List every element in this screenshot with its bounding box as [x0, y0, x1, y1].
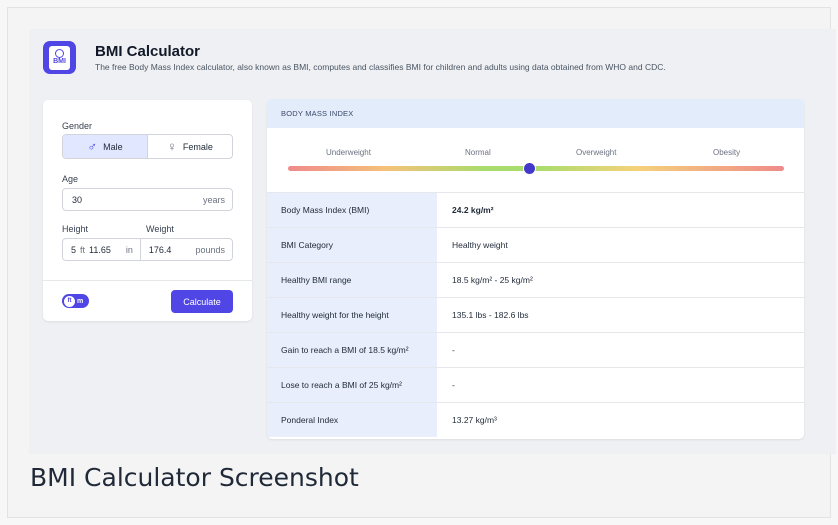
table-row: Healthy weight for the height 135.1 lbs … — [267, 297, 804, 332]
row-value: 135.1 lbs - 182.6 lbs — [452, 310, 529, 320]
scale-dial-icon — [55, 49, 64, 58]
scale-label-normal: Normal — [465, 148, 491, 157]
age-unit: years — [202, 194, 225, 205]
row-value: Healthy weight — [452, 240, 508, 250]
input-divider — [139, 239, 141, 260]
results-header: BODY MASS INDEX — [267, 99, 804, 128]
table-row: Gain to reach a BMI of 18.5 kg/m² - — [267, 332, 804, 367]
row-key: Healthy weight for the height — [267, 298, 437, 332]
gender-female-button[interactable]: ♀ Female — [147, 135, 232, 158]
scale-label-obesity: Obesity — [713, 148, 741, 157]
row-value: 18.5 kg/m² - 25 kg/m² — [452, 275, 533, 285]
gender-male-button[interactable]: ♂ Male — [63, 135, 147, 158]
app-screenshot: BMI BMI Calculator The free Body Mass In… — [29, 29, 836, 454]
scale-label-overweight: Overweight — [576, 148, 617, 157]
results-card: BODY MASS INDEX Underweight Normal Overw… — [267, 99, 804, 439]
table-row: Healthy BMI range 18.5 kg/m² - 25 kg/m² — [267, 262, 804, 297]
row-value: 24.2 kg/m² — [452, 205, 494, 215]
age-input[interactable]: 30 years — [62, 188, 233, 211]
height-weight-group: 5 ft 11.65 in 176.4 pounds — [62, 238, 233, 261]
table-row: Ponderal Index 13.27 kg/m³ — [267, 402, 804, 437]
input-form-card: Gender ♂ Male ♀ Female Age 30 years Heig… — [43, 100, 252, 321]
height-feet-input[interactable]: 5 — [71, 245, 76, 255]
height-label: Height — [62, 224, 89, 234]
bmi-gradient-bar — [288, 166, 784, 171]
male-icon: ♂ — [87, 139, 98, 154]
height-inches-input[interactable]: 11.65 — [89, 245, 111, 255]
bmi-scale: Underweight Normal Overweight Obesity — [267, 128, 804, 192]
bmi-app-icon: BMI — [43, 41, 76, 74]
table-row: BMI Category Healthy weight — [267, 227, 804, 262]
page-title: BMI Calculator — [95, 43, 201, 60]
row-value: 13.27 kg/m³ — [452, 415, 497, 425]
row-key: Gain to reach a BMI of 18.5 kg/m² — [267, 333, 437, 367]
weight-input[interactable]: 176.4 — [149, 245, 172, 255]
female-label: Female — [182, 141, 213, 152]
scale-label-underweight: Underweight — [326, 148, 371, 157]
row-key: Body Mass Index (BMI) — [267, 193, 437, 227]
figure-caption: BMI Calculator Screenshot — [30, 463, 359, 492]
row-key: Healthy BMI range — [267, 263, 437, 297]
page-subtitle: The free Body Mass Index calculator, als… — [95, 62, 666, 72]
bmi-marker — [522, 162, 536, 175]
scale-icon: BMI — [49, 45, 70, 70]
row-key: Ponderal Index — [267, 403, 437, 437]
calculate-button[interactable]: Calculate — [171, 290, 233, 313]
row-value: - — [452, 345, 455, 355]
row-key: Lose to reach a BMI of 25 kg/m² — [267, 368, 437, 402]
form-divider — [43, 280, 252, 281]
unit-toggle-other: m — [77, 297, 84, 305]
table-row: Lose to reach a BMI of 25 kg/m² - — [267, 367, 804, 402]
age-value: 30 — [72, 194, 83, 205]
gender-label: Gender — [62, 121, 93, 131]
row-value: - — [452, 380, 455, 390]
height-inches-unit: in — [125, 244, 133, 255]
app-icon-text: BMI — [53, 58, 66, 65]
height-feet-unit: ft — [80, 244, 86, 255]
unit-toggle-active: ft — [64, 295, 75, 307]
age-label: Age — [62, 174, 79, 184]
weight-unit: pounds — [195, 244, 225, 255]
male-label: Male — [103, 141, 123, 152]
app-header: BMI BMI Calculator The free Body Mass In… — [43, 41, 666, 74]
female-icon: ♀ — [167, 139, 177, 154]
gender-toggle: ♂ Male ♀ Female — [62, 134, 233, 159]
table-row: Body Mass Index (BMI) 24.2 kg/m² — [267, 192, 804, 227]
unit-system-toggle[interactable]: ft m — [62, 294, 89, 308]
figure-frame: BMI BMI Calculator The free Body Mass In… — [7, 7, 836, 518]
results-table: Body Mass Index (BMI) 24.2 kg/m² BMI Cat… — [267, 192, 804, 437]
weight-label: Weight — [146, 224, 174, 234]
row-key: BMI Category — [267, 228, 437, 262]
